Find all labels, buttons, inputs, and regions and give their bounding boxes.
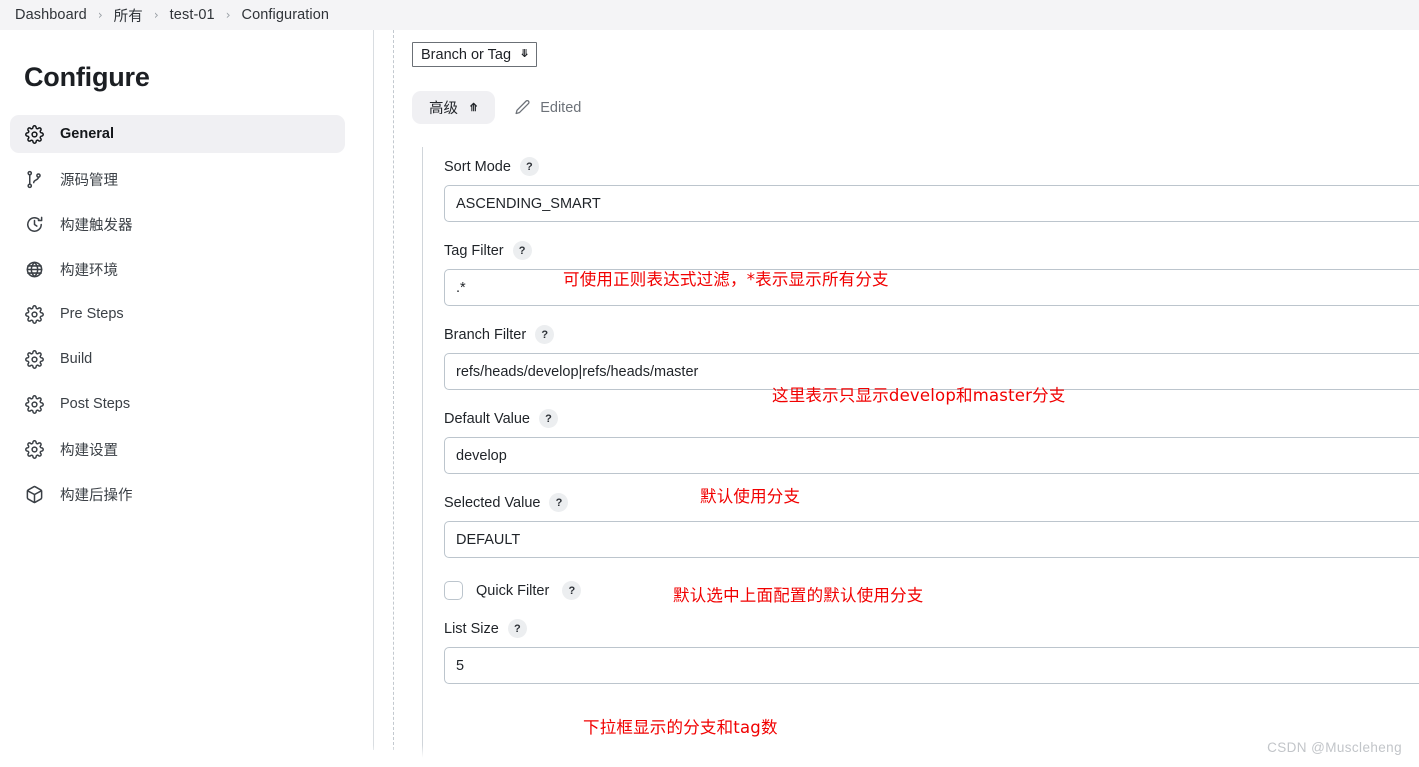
package-icon <box>24 484 44 504</box>
clock-icon <box>24 214 44 234</box>
breadcrumb-item-all[interactable]: 所有 <box>108 5 149 26</box>
field-label-row: Branch Filter ? <box>444 325 1419 344</box>
tag-filter-input[interactable] <box>444 269 1419 306</box>
main-content: Branch or Tag ⤋ 高级 ⤊ Edited Sort Mode ? … <box>393 30 1419 767</box>
edited-label: Edited <box>540 99 582 116</box>
sidebar-item-label: 源码管理 <box>60 172 118 189</box>
sidebar-item-post-steps[interactable]: Post Steps <box>10 385 345 423</box>
advanced-toggle-label: 高级 <box>429 101 458 117</box>
breadcrumb-separator-icon: › <box>225 8 231 22</box>
breadcrumb: Dashboard › 所有 › test-01 › Configuration <box>0 0 1419 30</box>
sidebar-item-label: Post Steps <box>60 396 131 412</box>
page-title: Configure <box>24 62 150 92</box>
field-quick-filter: Quick Filter ? <box>444 577 1419 600</box>
sidebar-item-label: 构建触发器 <box>60 217 133 234</box>
quick-filter-checkbox[interactable] <box>444 581 463 600</box>
field-label-row: Tag Filter ? <box>444 241 1419 260</box>
advanced-toolbar: 高级 ⤊ Edited <box>393 67 1419 124</box>
sidebar-item-pre-steps[interactable]: Pre Steps <box>10 295 345 333</box>
field-label: Tag Filter <box>444 242 504 259</box>
help-icon[interactable]: ? <box>538 409 558 428</box>
branch-filter-input[interactable] <box>444 353 1419 390</box>
help-icon[interactable]: ? <box>535 325 555 344</box>
sidebar-item-build-environment[interactable]: 构建环境 <box>10 250 345 288</box>
list-size-input[interactable] <box>444 647 1419 684</box>
field-label-row: List Size ? <box>444 619 1419 638</box>
breadcrumb-separator-icon: › <box>153 8 159 22</box>
help-icon[interactable]: ? <box>562 581 582 600</box>
breadcrumb-item-test-01[interactable]: test-01 <box>164 7 221 23</box>
chevron-down-icon: ⤋ <box>520 48 530 60</box>
parameter-type-value: Branch or Tag <box>421 46 512 63</box>
default-value-input[interactable] <box>444 437 1419 474</box>
field-selected-value: Selected Value ? <box>444 493 1419 558</box>
selected-value-input[interactable] <box>444 521 1419 558</box>
edited-status: Edited <box>514 99 581 116</box>
sidebar-item-label: General <box>60 126 114 142</box>
gear-icon <box>24 394 44 414</box>
field-label: Branch Filter <box>444 326 527 343</box>
breadcrumb-item-configuration[interactable]: Configuration <box>236 7 336 23</box>
field-sort-mode: Sort Mode ? <box>444 157 1419 222</box>
breadcrumb-item-dashboard[interactable]: Dashboard <box>9 7 93 23</box>
field-tag-filter: Tag Filter ? <box>444 241 1419 306</box>
branch-icon <box>24 169 44 189</box>
sidebar-nav: General 源码管理 构建触发器 构建环境 Pre Steps Build … <box>0 115 355 513</box>
field-label: Default Value <box>444 410 530 427</box>
field-branch-filter: Branch Filter ? <box>444 325 1419 390</box>
sidebar-item-label: Pre Steps <box>60 306 124 322</box>
page-root: Dashboard › 所有 › test-01 › Configuration… <box>0 0 1419 767</box>
field-label-row: Selected Value ? <box>444 493 1419 512</box>
help-icon[interactable]: ? <box>507 619 527 638</box>
help-icon[interactable]: ? <box>519 157 539 176</box>
field-label: Sort Mode <box>444 158 511 175</box>
advanced-toggle-button[interactable]: 高级 ⤊ <box>412 91 496 124</box>
advanced-settings-panel: Sort Mode ? Tag Filter ? Branch Filter ? <box>422 147 1419 767</box>
sidebar-item-build-triggers[interactable]: 构建触发器 <box>10 205 345 243</box>
gear-icon <box>24 349 44 369</box>
sidebar-item-build[interactable]: Build <box>10 340 345 378</box>
chevron-up-icon: ⤊ <box>469 102 479 114</box>
field-default-value: Default Value ? <box>444 409 1419 474</box>
field-label-row: Sort Mode ? <box>444 157 1419 176</box>
panel-divider-solid <box>373 30 374 750</box>
sort-mode-input[interactable] <box>444 185 1419 222</box>
pencil-icon <box>514 99 531 116</box>
sidebar-item-source-code-management[interactable]: 源码管理 <box>10 160 345 198</box>
sidebar-item-label: Build <box>60 351 93 367</box>
quick-filter-label: Quick Filter <box>476 582 550 599</box>
field-label: List Size <box>444 620 499 637</box>
sidebar-item-general[interactable]: General <box>10 115 345 153</box>
gear-icon <box>24 124 44 144</box>
gear-icon <box>24 304 44 324</box>
help-icon[interactable]: ? <box>549 493 569 512</box>
globe-icon <box>24 259 44 279</box>
help-icon[interactable]: ? <box>512 241 532 260</box>
sidebar-item-label: 构建设置 <box>60 442 118 459</box>
parameter-type-select[interactable]: Branch or Tag ⤋ <box>412 42 538 67</box>
sidebar-item-build-settings[interactable]: 构建设置 <box>10 430 345 468</box>
field-label-row: Default Value ? <box>444 409 1419 428</box>
sidebar-item-label: 构建环境 <box>60 262 118 279</box>
field-list-size: List Size ? <box>444 619 1419 684</box>
sidebar-item-post-build-actions[interactable]: 构建后操作 <box>10 475 345 513</box>
sidebar-item-label: 构建后操作 <box>60 487 133 504</box>
parameter-type-row: Branch or Tag ⤋ <box>393 30 1419 67</box>
field-label: Selected Value <box>444 494 541 511</box>
gear-icon <box>24 439 44 459</box>
breadcrumb-separator-icon: › <box>97 8 103 22</box>
sidebar: Configure General 源码管理 构建触发器 构建环境 Pre St… <box>0 30 355 767</box>
